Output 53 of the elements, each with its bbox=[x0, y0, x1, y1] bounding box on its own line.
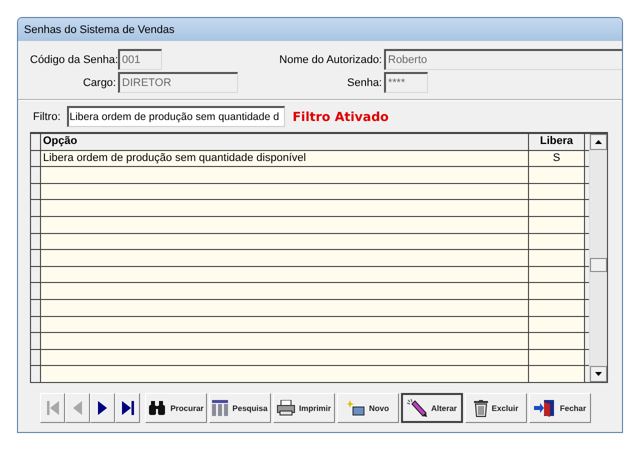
toolbar-button[interactable]: Novo bbox=[337, 393, 399, 423]
trash-icon bbox=[474, 400, 488, 416]
window-title: Senhas do Sistema de Vendas bbox=[18, 18, 622, 41]
first-record-icon bbox=[46, 401, 58, 415]
column-header[interactable]: Opção bbox=[41, 134, 529, 150]
table-cell bbox=[529, 216, 584, 233]
table-cell bbox=[529, 316, 584, 332]
new-item-icon bbox=[347, 400, 365, 416]
grid-icon bbox=[212, 400, 228, 416]
filter-label: Filtro: bbox=[33, 110, 60, 122]
pencil-icon bbox=[407, 399, 428, 417]
scroll-thumb[interactable] bbox=[590, 258, 607, 272]
input-field[interactable]: **** bbox=[384, 72, 428, 93]
table-cell bbox=[529, 266, 584, 282]
field-label: Cargo: bbox=[82, 76, 116, 88]
scroll-down-icon[interactable] bbox=[590, 366, 607, 382]
toolbar-button[interactable]: Imprimir bbox=[273, 393, 335, 423]
input-field[interactable]: Roberto bbox=[384, 49, 622, 70]
filter-status: Filtro Ativado bbox=[292, 109, 389, 124]
nav-button[interactable] bbox=[90, 393, 115, 423]
input-field[interactable]: DIRETOR bbox=[118, 72, 238, 93]
table-cell bbox=[529, 333, 584, 349]
exit-door-icon bbox=[534, 399, 556, 417]
scrollbar[interactable] bbox=[589, 134, 607, 382]
table-cell: Libera ordem de produção sem quantidade disponível bbox=[41, 150, 529, 166]
next-icon bbox=[98, 401, 107, 415]
table-cell bbox=[529, 167, 584, 183]
table-cell: S bbox=[529, 150, 584, 166]
binoculars-icon bbox=[148, 400, 166, 416]
column-header[interactable]: Libera bbox=[529, 134, 584, 150]
toolbar-button[interactable]: Pesquisa bbox=[209, 393, 271, 423]
table-cell bbox=[529, 200, 584, 216]
table-cell bbox=[529, 350, 584, 366]
table-cell bbox=[529, 366, 584, 382]
field-label: Nome do Autorizado: bbox=[278, 54, 382, 66]
toolbar-button[interactable]: Alterar bbox=[401, 393, 463, 423]
table-cell bbox=[529, 300, 584, 316]
printer-icon bbox=[276, 400, 295, 416]
table-cell bbox=[529, 234, 584, 250]
field-label: Código da Senha: bbox=[30, 54, 116, 66]
table-cell bbox=[529, 250, 584, 266]
table-cell bbox=[529, 283, 584, 299]
input-field[interactable]: 001 bbox=[118, 49, 162, 70]
previous-icon bbox=[73, 401, 82, 415]
scroll-up-icon[interactable] bbox=[590, 134, 607, 150]
toolbar-button[interactable]: Fechar bbox=[529, 393, 591, 423]
field-label: Senha: bbox=[346, 76, 382, 88]
last-record-icon bbox=[122, 401, 134, 415]
toolbar-button[interactable]: Excluir bbox=[465, 393, 527, 423]
nav-button[interactable] bbox=[115, 393, 140, 423]
toolbar-button[interactable]: Procurar bbox=[145, 393, 207, 423]
table-cell bbox=[529, 184, 584, 200]
filter-field[interactable]: Libera ordem de produção sem quantidade d bbox=[66, 106, 284, 127]
